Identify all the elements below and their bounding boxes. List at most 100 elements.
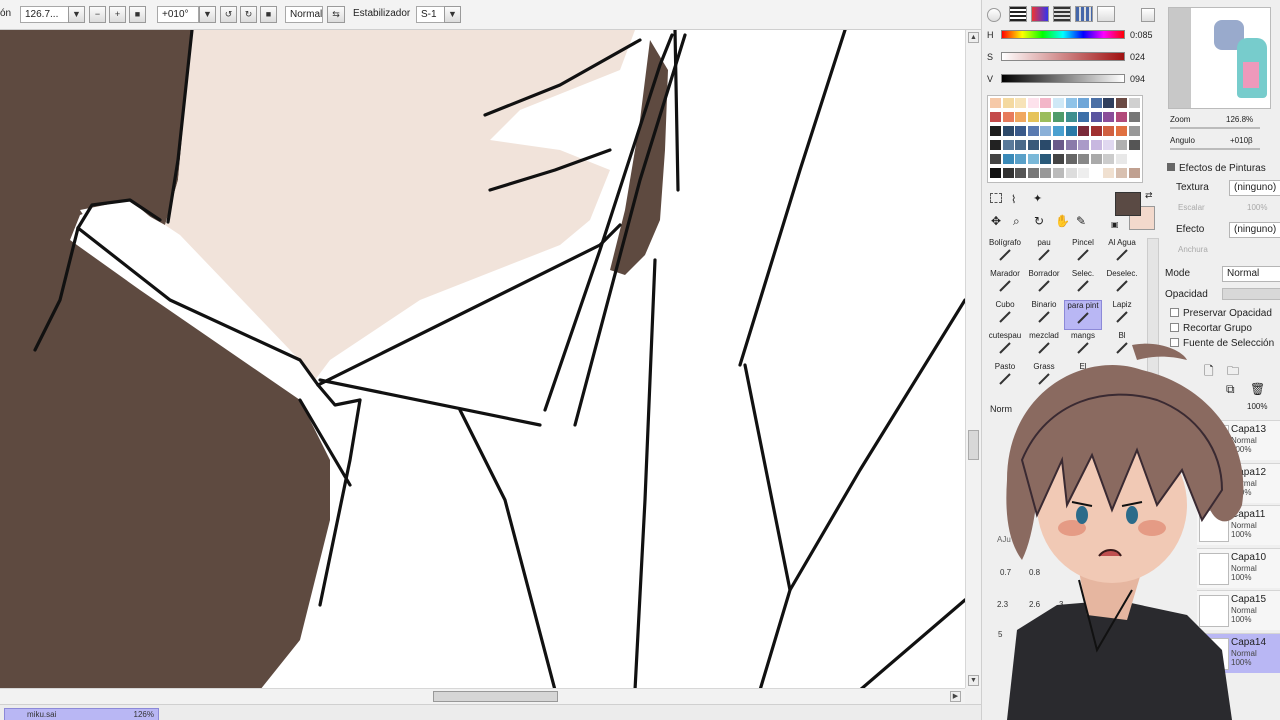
swatch[interactable]: [1103, 112, 1115, 122]
swatch[interactable]: [1116, 98, 1127, 108]
move-icon[interactable]: ✥: [991, 214, 1001, 228]
swatch[interactable]: [1128, 154, 1140, 164]
swatch[interactable]: [1053, 154, 1064, 164]
scratchpad-icon[interactable]: [1097, 6, 1115, 22]
tool-bol-grafo[interactable]: Bolígrafo: [986, 238, 1024, 268]
swatch[interactable]: [1027, 98, 1039, 108]
swatch[interactable]: [990, 98, 1001, 108]
magic-wand-icon[interactable]: ✦: [1033, 192, 1042, 205]
swatch[interactable]: [1090, 154, 1102, 164]
rect-select-icon[interactable]: [990, 193, 1002, 203]
drawing-canvas[interactable]: [0, 30, 965, 688]
swatch[interactable]: [1053, 112, 1064, 122]
hand-tool-icon[interactable]: ✋: [1055, 214, 1070, 228]
swatch[interactable]: [1116, 126, 1127, 136]
layer-mode-select[interactable]: Normal: [1222, 266, 1280, 282]
transparent-color-icon[interactable]: ▣: [1111, 220, 1119, 229]
swatch[interactable]: [1015, 168, 1027, 178]
rotate-right-button[interactable]: ↻: [240, 6, 257, 23]
zoom-reset-button[interactable]: ■: [129, 6, 146, 23]
swatch[interactable]: [1015, 126, 1027, 136]
swatch[interactable]: [1090, 112, 1102, 122]
tool-pincel[interactable]: Pincel: [1064, 238, 1102, 268]
zoom-in-button[interactable]: +: [109, 6, 126, 23]
swatch[interactable]: [1065, 112, 1077, 122]
swatch[interactable]: [1078, 126, 1090, 136]
tool-pau[interactable]: pau: [1025, 238, 1063, 268]
swatch[interactable]: [1128, 168, 1140, 178]
zoom-dropdown-button[interactable]: ▼: [68, 6, 85, 23]
zoom-field[interactable]: 126.7...: [20, 6, 72, 23]
swatch[interactable]: [1040, 140, 1052, 150]
horizontal-scrollbar[interactable]: ▶: [0, 688, 965, 704]
flip-canvas-button[interactable]: ⇆: [327, 6, 345, 23]
swatch-palette[interactable]: [987, 95, 1143, 183]
swatch[interactable]: [990, 168, 1001, 178]
swatch[interactable]: [1040, 112, 1052, 122]
value-slider[interactable]: [1001, 74, 1125, 83]
swatch[interactable]: [1103, 98, 1115, 108]
swatch[interactable]: [1103, 168, 1115, 178]
swatch[interactable]: [1090, 98, 1102, 108]
tool-binario[interactable]: Binario: [1025, 300, 1063, 330]
swatch[interactable]: [1065, 98, 1077, 108]
swatch[interactable]: [1128, 98, 1140, 108]
swatch[interactable]: [1128, 140, 1140, 150]
lasso-icon[interactable]: ⌇: [1011, 193, 1016, 206]
swatch[interactable]: [1002, 126, 1014, 136]
tool-marador[interactable]: Marador: [986, 269, 1024, 299]
swatch[interactable]: [1065, 154, 1077, 164]
hsv-slider-icon[interactable]: [1031, 6, 1049, 22]
angle-dropdown-button[interactable]: ▼: [199, 6, 216, 23]
preserve-opacity-checkbox[interactable]: Preservar Opacidad: [1170, 308, 1272, 319]
stabilizer-dropdown-button[interactable]: ▼: [444, 6, 461, 23]
effect-select[interactable]: (ninguno): [1229, 222, 1280, 238]
swatch[interactable]: [1103, 154, 1115, 164]
swatch[interactable]: [1015, 154, 1027, 164]
swatch[interactable]: [1053, 140, 1064, 150]
swatch[interactable]: [1078, 112, 1090, 122]
zoom-out-button[interactable]: −: [89, 6, 106, 23]
layer-opacity-slider[interactable]: [1222, 288, 1280, 300]
swap-colors-icon[interactable]: ⇄: [1145, 190, 1153, 201]
swatch[interactable]: [1015, 98, 1027, 108]
color-wheel-icon[interactable]: [987, 8, 1001, 22]
swatch[interactable]: [1103, 126, 1115, 136]
swatch[interactable]: [1116, 154, 1127, 164]
swatch[interactable]: [1027, 154, 1039, 164]
blend-mode-select[interactable]: Normal: [285, 6, 323, 23]
swatch[interactable]: [1015, 140, 1027, 150]
vertical-scrollbar[interactable]: ▲ ▼: [965, 30, 981, 688]
tool-al-agua[interactable]: Al Agua: [1103, 238, 1141, 268]
swatch[interactable]: [1090, 126, 1102, 136]
swatch[interactable]: [1090, 168, 1102, 178]
vertical-scroll-thumb[interactable]: [968, 430, 979, 460]
scroll-up-arrow-icon[interactable]: ▲: [968, 32, 979, 43]
swatch[interactable]: [1027, 126, 1039, 136]
swatch[interactable]: [1116, 140, 1127, 150]
navigator-zoom-slider[interactable]: [1170, 127, 1260, 129]
scroll-right-arrow-icon[interactable]: ▶: [950, 691, 961, 702]
swatch[interactable]: [1116, 112, 1127, 122]
angle-field[interactable]: +010°: [157, 6, 199, 23]
tool-lapiz[interactable]: Lapiz: [1103, 300, 1141, 330]
swatch[interactable]: [1040, 168, 1052, 178]
zoom-tool-icon[interactable]: ⌕: [1013, 214, 1020, 229]
panel-menu-icon[interactable]: [1141, 8, 1155, 22]
swatch[interactable]: [1078, 140, 1090, 150]
swatch[interactable]: [1128, 126, 1140, 136]
swatch-grid-icon[interactable]: [1075, 6, 1093, 22]
tool-para-pint[interactable]: para pint: [1064, 300, 1102, 330]
swatch[interactable]: [1065, 140, 1077, 150]
hue-slider[interactable]: [1001, 30, 1125, 39]
horizontal-scroll-thumb[interactable]: [433, 691, 558, 702]
swatch[interactable]: [1090, 140, 1102, 150]
swatch[interactable]: [1002, 168, 1014, 178]
swatch[interactable]: [1040, 126, 1052, 136]
document-tab[interactable]: miku.sai 126%: [4, 708, 159, 720]
swatch[interactable]: [1053, 98, 1064, 108]
color-list-icon[interactable]: [1053, 6, 1071, 22]
primary-color-swatch[interactable]: [1115, 192, 1141, 216]
swatch[interactable]: [1002, 112, 1014, 122]
swatch[interactable]: [1040, 98, 1052, 108]
